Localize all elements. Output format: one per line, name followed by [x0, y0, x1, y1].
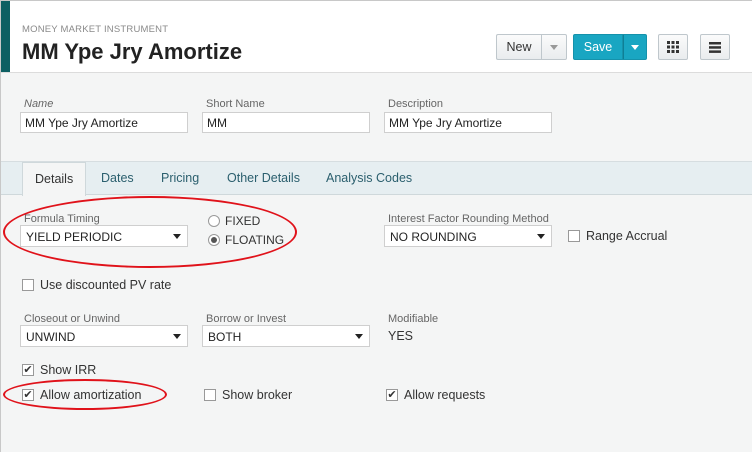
radio-floating-indicator[interactable] — [208, 234, 220, 246]
closeout-select[interactable]: UNWIND — [20, 325, 188, 347]
tab-pricing[interactable]: Pricing — [161, 171, 199, 185]
save-dropdown-button[interactable] — [623, 34, 647, 60]
save-button-group: Save — [573, 34, 647, 60]
chevron-down-icon — [355, 334, 363, 339]
page-subtitle: MONEY MARKET INSTRUMENT — [22, 24, 169, 35]
range-accrual-checkbox[interactable] — [568, 230, 580, 242]
allow-amortization-label: Allow amortization — [40, 388, 142, 402]
range-accrual-option[interactable]: Range Accrual — [568, 229, 667, 243]
new-button[interactable]: New — [496, 34, 541, 60]
allow-amortization-checkbox[interactable]: ✔ — [22, 389, 34, 401]
show-irr-option[interactable]: ✔ Show IRR — [22, 363, 96, 377]
show-broker-option[interactable]: Show broker — [204, 388, 292, 402]
chevron-down-icon — [631, 44, 639, 50]
description-input[interactable]: MM Ype Jry Amortize — [384, 112, 552, 133]
name-label: Name — [24, 98, 54, 110]
formula-timing-select[interactable]: YIELD PERIODIC — [20, 225, 188, 247]
show-broker-label: Show broker — [222, 388, 293, 402]
chevron-down-icon — [173, 334, 181, 339]
menu-button-group — [700, 34, 730, 60]
allow-requests-option[interactable]: ✔ Allow requests — [386, 388, 485, 402]
save-button[interactable]: Save — [573, 34, 623, 60]
radio-fixed[interactable]: FIXED — [208, 214, 260, 228]
accent-bar — [1, 1, 10, 72]
grid-icon — [667, 41, 679, 53]
tab-other-details[interactable]: Other Details — [227, 171, 300, 185]
grid-view-button-group — [658, 34, 688, 60]
radio-fixed-label: FIXED — [225, 214, 261, 228]
borrow-invest-label: Borrow or Invest — [206, 313, 287, 325]
name-input[interactable]: MM Ype Jry Amortize — [20, 112, 188, 133]
discounted-pv-label: Use discounted PV rate — [40, 278, 172, 292]
closeout-value: UNWIND — [26, 330, 76, 344]
short-name-label: Short Name — [206, 98, 265, 110]
show-irr-label: Show IRR — [40, 363, 97, 377]
modifiable-label: Modifiable — [388, 313, 439, 325]
discounted-pv-checkbox[interactable] — [22, 279, 34, 291]
tab-dates[interactable]: Dates — [101, 171, 134, 185]
radio-fixed-indicator[interactable] — [208, 215, 220, 227]
closeout-label: Closeout or Unwind — [24, 313, 120, 325]
page-title: MM Ype Jry Amortize — [22, 39, 243, 64]
chevron-down-icon — [173, 234, 181, 239]
radio-floating[interactable]: FLOATING — [208, 233, 284, 247]
tab-analysis-codes[interactable]: Analysis Codes — [326, 171, 412, 185]
chevron-down-icon — [537, 234, 545, 239]
page-header: MONEY MARKET INSTRUMENT MM Ype Jry Amort… — [1, 1, 752, 73]
grid-view-button[interactable] — [658, 34, 688, 60]
tab-bar: Details Dates Pricing Other Details Anal… — [1, 161, 752, 196]
short-name-input[interactable]: MM — [202, 112, 370, 133]
show-irr-checkbox[interactable]: ✔ — [22, 364, 34, 376]
modifiable-value: YES — [388, 329, 414, 343]
allow-requests-label: Allow requests — [404, 388, 486, 402]
discounted-pv-option[interactable]: Use discounted PV rate — [22, 278, 171, 292]
formula-timing-value: YIELD PERIODIC — [26, 230, 123, 244]
show-broker-checkbox[interactable] — [204, 389, 216, 401]
description-label: Description — [388, 98, 444, 110]
range-accrual-label: Range Accrual — [586, 229, 668, 243]
window-frame: MONEY MARKET INSTRUMENT MM Ype Jry Amort… — [0, 0, 752, 452]
chevron-down-icon — [550, 44, 558, 50]
rounding-method-select[interactable]: NO ROUNDING — [384, 225, 552, 247]
allow-amortization-option[interactable]: ✔ Allow amortization — [22, 388, 141, 402]
allow-requests-checkbox[interactable]: ✔ — [386, 389, 398, 401]
borrow-invest-select[interactable]: BOTH — [202, 325, 370, 347]
menu-button[interactable] — [700, 34, 730, 60]
rounding-method-value: NO ROUNDING — [390, 230, 477, 244]
borrow-invest-value: BOTH — [208, 330, 242, 344]
formula-timing-label: Formula Timing — [24, 213, 100, 225]
rounding-method-label: Interest Factor Rounding Method — [388, 213, 549, 225]
radio-floating-label: FLOATING — [225, 233, 285, 247]
tab-details[interactable]: Details — [22, 162, 87, 196]
new-button-group: New — [496, 34, 567, 60]
hamburger-menu-icon — [709, 41, 721, 53]
new-dropdown-button[interactable] — [541, 34, 567, 60]
